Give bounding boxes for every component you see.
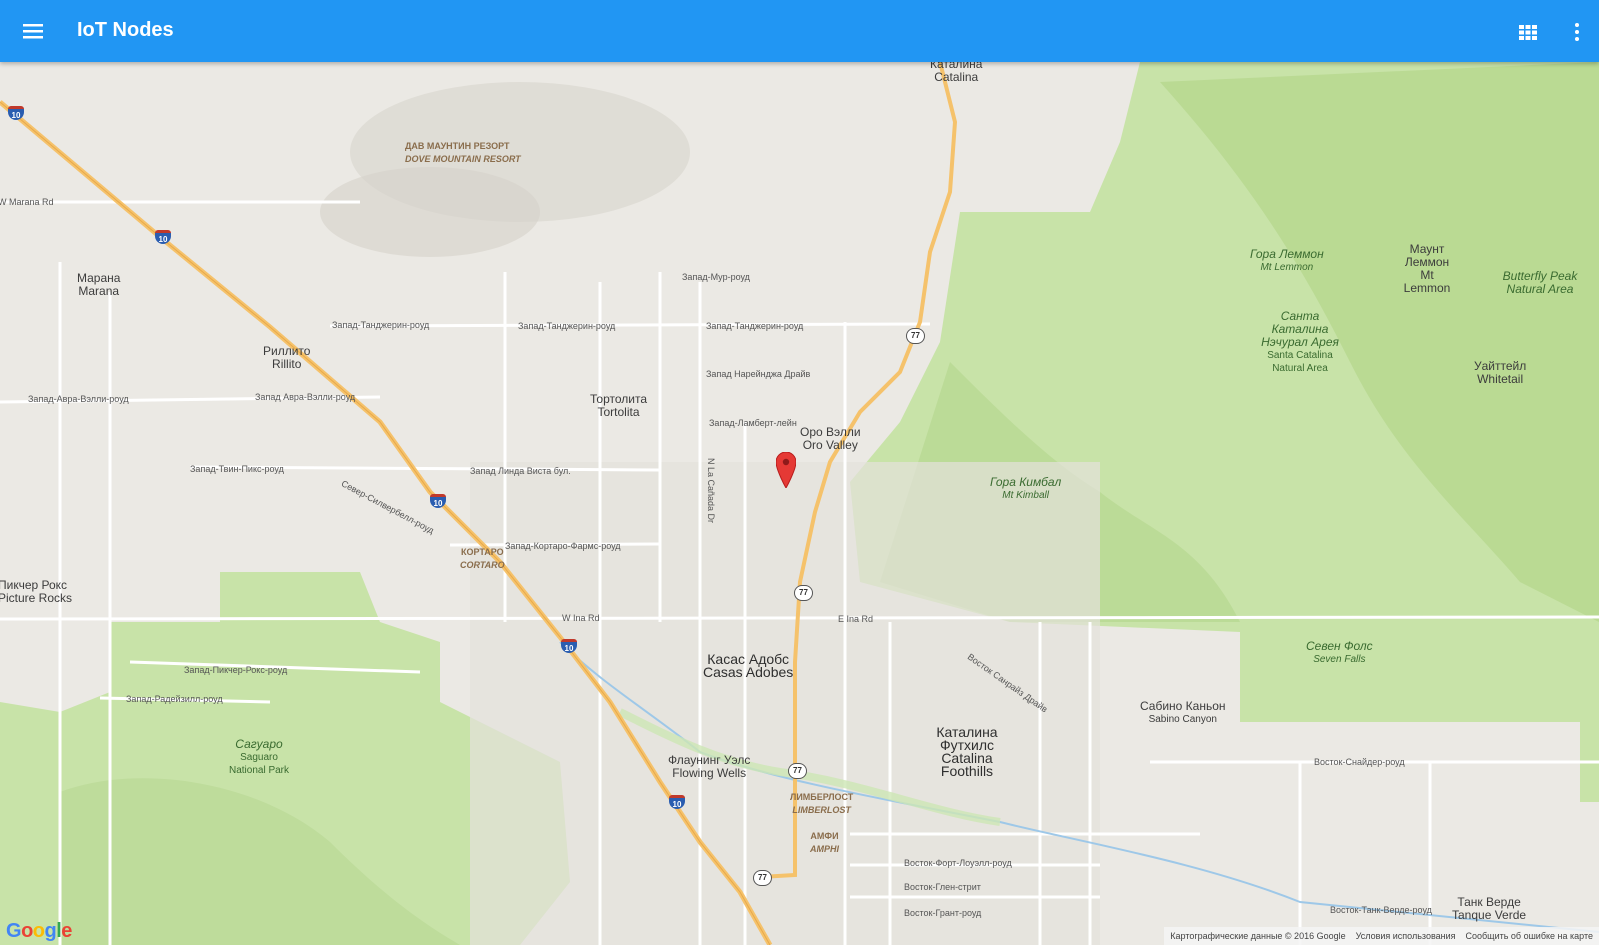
place-amphi: АМФИ AMPHI: [810, 831, 839, 854]
sr77-shield: 77: [794, 585, 813, 601]
apps-icon[interactable]: [1516, 20, 1540, 44]
place-seven-falls: Севен Фолс Seven Falls: [1306, 639, 1373, 666]
place-santa-catalina: Санта Каталина Нэчурал Арея Santa Catalin…: [1261, 309, 1339, 375]
map-attribution-bar: Картографические данные © 2016 Google Ус…: [1164, 927, 1599, 945]
place-whitetail: Уайттейл Whitetail: [1474, 359, 1527, 386]
place-picture-rocks: Пикчер Рокс Picture Rocks: [0, 578, 73, 605]
report-error-link[interactable]: Сообщить об ошибке на карте: [1466, 931, 1593, 941]
menu-icon[interactable]: [20, 18, 46, 44]
road-glenn: Восток-Глен-стрит: [904, 882, 981, 892]
place-limberlost: ЛИМБЕРЛОСТ LIMBERLOST: [790, 792, 854, 815]
road-avra-2: Запад Авра-Вэлли-роуд: [255, 392, 356, 402]
road-snyder: Восток-Снайдер-роуд: [1314, 757, 1405, 767]
place-tortolita: Тортолита Tortolita: [590, 392, 647, 419]
sr77-shield: 77: [788, 763, 807, 779]
app-bar: IoT Nodes: [0, 0, 1599, 62]
road-naranja: Запад Нарейнджа Драйв: [706, 369, 811, 379]
place-cortaro: КОРТАРО CORTARO: [460, 547, 505, 570]
road-tangerine-2: Запад-Танджерин-роуд: [518, 321, 616, 331]
terms-link[interactable]: Условия использования: [1356, 931, 1456, 941]
place-dove-mountain: ДАВ МАУНТИН РЕЗОРТ DOVE MOUNTAIN RESORT: [405, 141, 521, 164]
road-tangerine-3: Запад-Танджерин-роуд: [706, 321, 804, 331]
place-flowing-wells: Флаунинг Уэлс Flowing Wells: [668, 753, 751, 780]
place-casas-adobes: Касас Адобс Casas Adobes: [703, 651, 794, 680]
sr77-shield: 77: [753, 870, 772, 886]
place-oro-valley: Оро Вэлли Oro Valley: [800, 425, 861, 452]
map-marker-icon[interactable]: [776, 452, 796, 488]
map-data-attribution: Картографические данные © 2016 Google: [1170, 931, 1346, 941]
place-sabino-canyon: Сабино Каньон Sabino Canyon: [1140, 699, 1226, 726]
place-rillito: Риллито Rillito: [263, 344, 311, 371]
road-la-canada: N La Cañada Dr: [706, 458, 716, 524]
map-canvas[interactable]: Каталина Catalina ДАВ МАУНТИН РЕЗОРТ DOVE …: [0, 62, 1599, 945]
road-grant: Восток-Грант-роуд: [904, 908, 982, 918]
sr77-shield: 77: [906, 328, 925, 344]
road-radeisill: Запад-Радейзилл-роуд: [126, 694, 223, 704]
place-mt-lemmon: Гора Леммон Mt Lemmon: [1250, 247, 1324, 274]
place-mt-kimball: Гора Кимбал Mt Kimball: [990, 475, 1062, 502]
road-avra-1: Запад-Авра-Вэлли-роуд: [28, 394, 129, 404]
road-picture-rocks: Запад-Пикчер-Рокс-роуд: [184, 665, 288, 675]
road-cortaro-farms: Запад-Кортаро-Фармс-роуд: [505, 541, 621, 551]
place-catalina: Каталина Catalina: [930, 62, 983, 84]
road-linda-vista: Запад Линда Виста бул.: [470, 466, 571, 476]
road-lambert: Запад-Ламберт-лейн: [709, 418, 797, 428]
app-title: IoT Nodes: [77, 19, 174, 41]
urban-area: [470, 462, 1100, 945]
road-mur: Запад-Мур-роуд: [682, 272, 750, 282]
park-edge: [1580, 712, 1599, 802]
road-w-ina: W Ina Rd: [562, 613, 600, 623]
place-butterfly-peak: Butterfly Peak Natural Area: [1502, 269, 1578, 296]
road-tangerine-1: Запад-Танджерин-роуд: [332, 320, 430, 330]
road-e-ina: E Ina Rd: [838, 614, 874, 624]
place-tanque-verde: Танк Верде Tanque Verde: [1452, 895, 1527, 922]
hills-shade-2: [320, 167, 540, 257]
place-catalina-foothills: Каталина Футхилс Catalina Foothills: [936, 724, 998, 779]
place-marana: Марана Marana: [77, 271, 121, 298]
road-fort-lowell: Восток-Форт-Лоуэлл-роуд: [904, 858, 1012, 868]
place-saguaro: Сагуаро Saguaro National Park: [228, 737, 290, 777]
google-logo[interactable]: Google: [6, 920, 72, 943]
road-twin-peaks: Запад-Твин-Пикс-роуд: [190, 464, 284, 474]
road-tanque-verde: Восток-Танк-Верде-роуд: [1330, 905, 1432, 915]
place-mount-lemmon: Маунт Леммон Mt Lemmon: [1403, 242, 1451, 295]
road-w-marana: W Marana Rd: [0, 197, 54, 207]
more-vert-icon[interactable]: [1565, 20, 1589, 44]
